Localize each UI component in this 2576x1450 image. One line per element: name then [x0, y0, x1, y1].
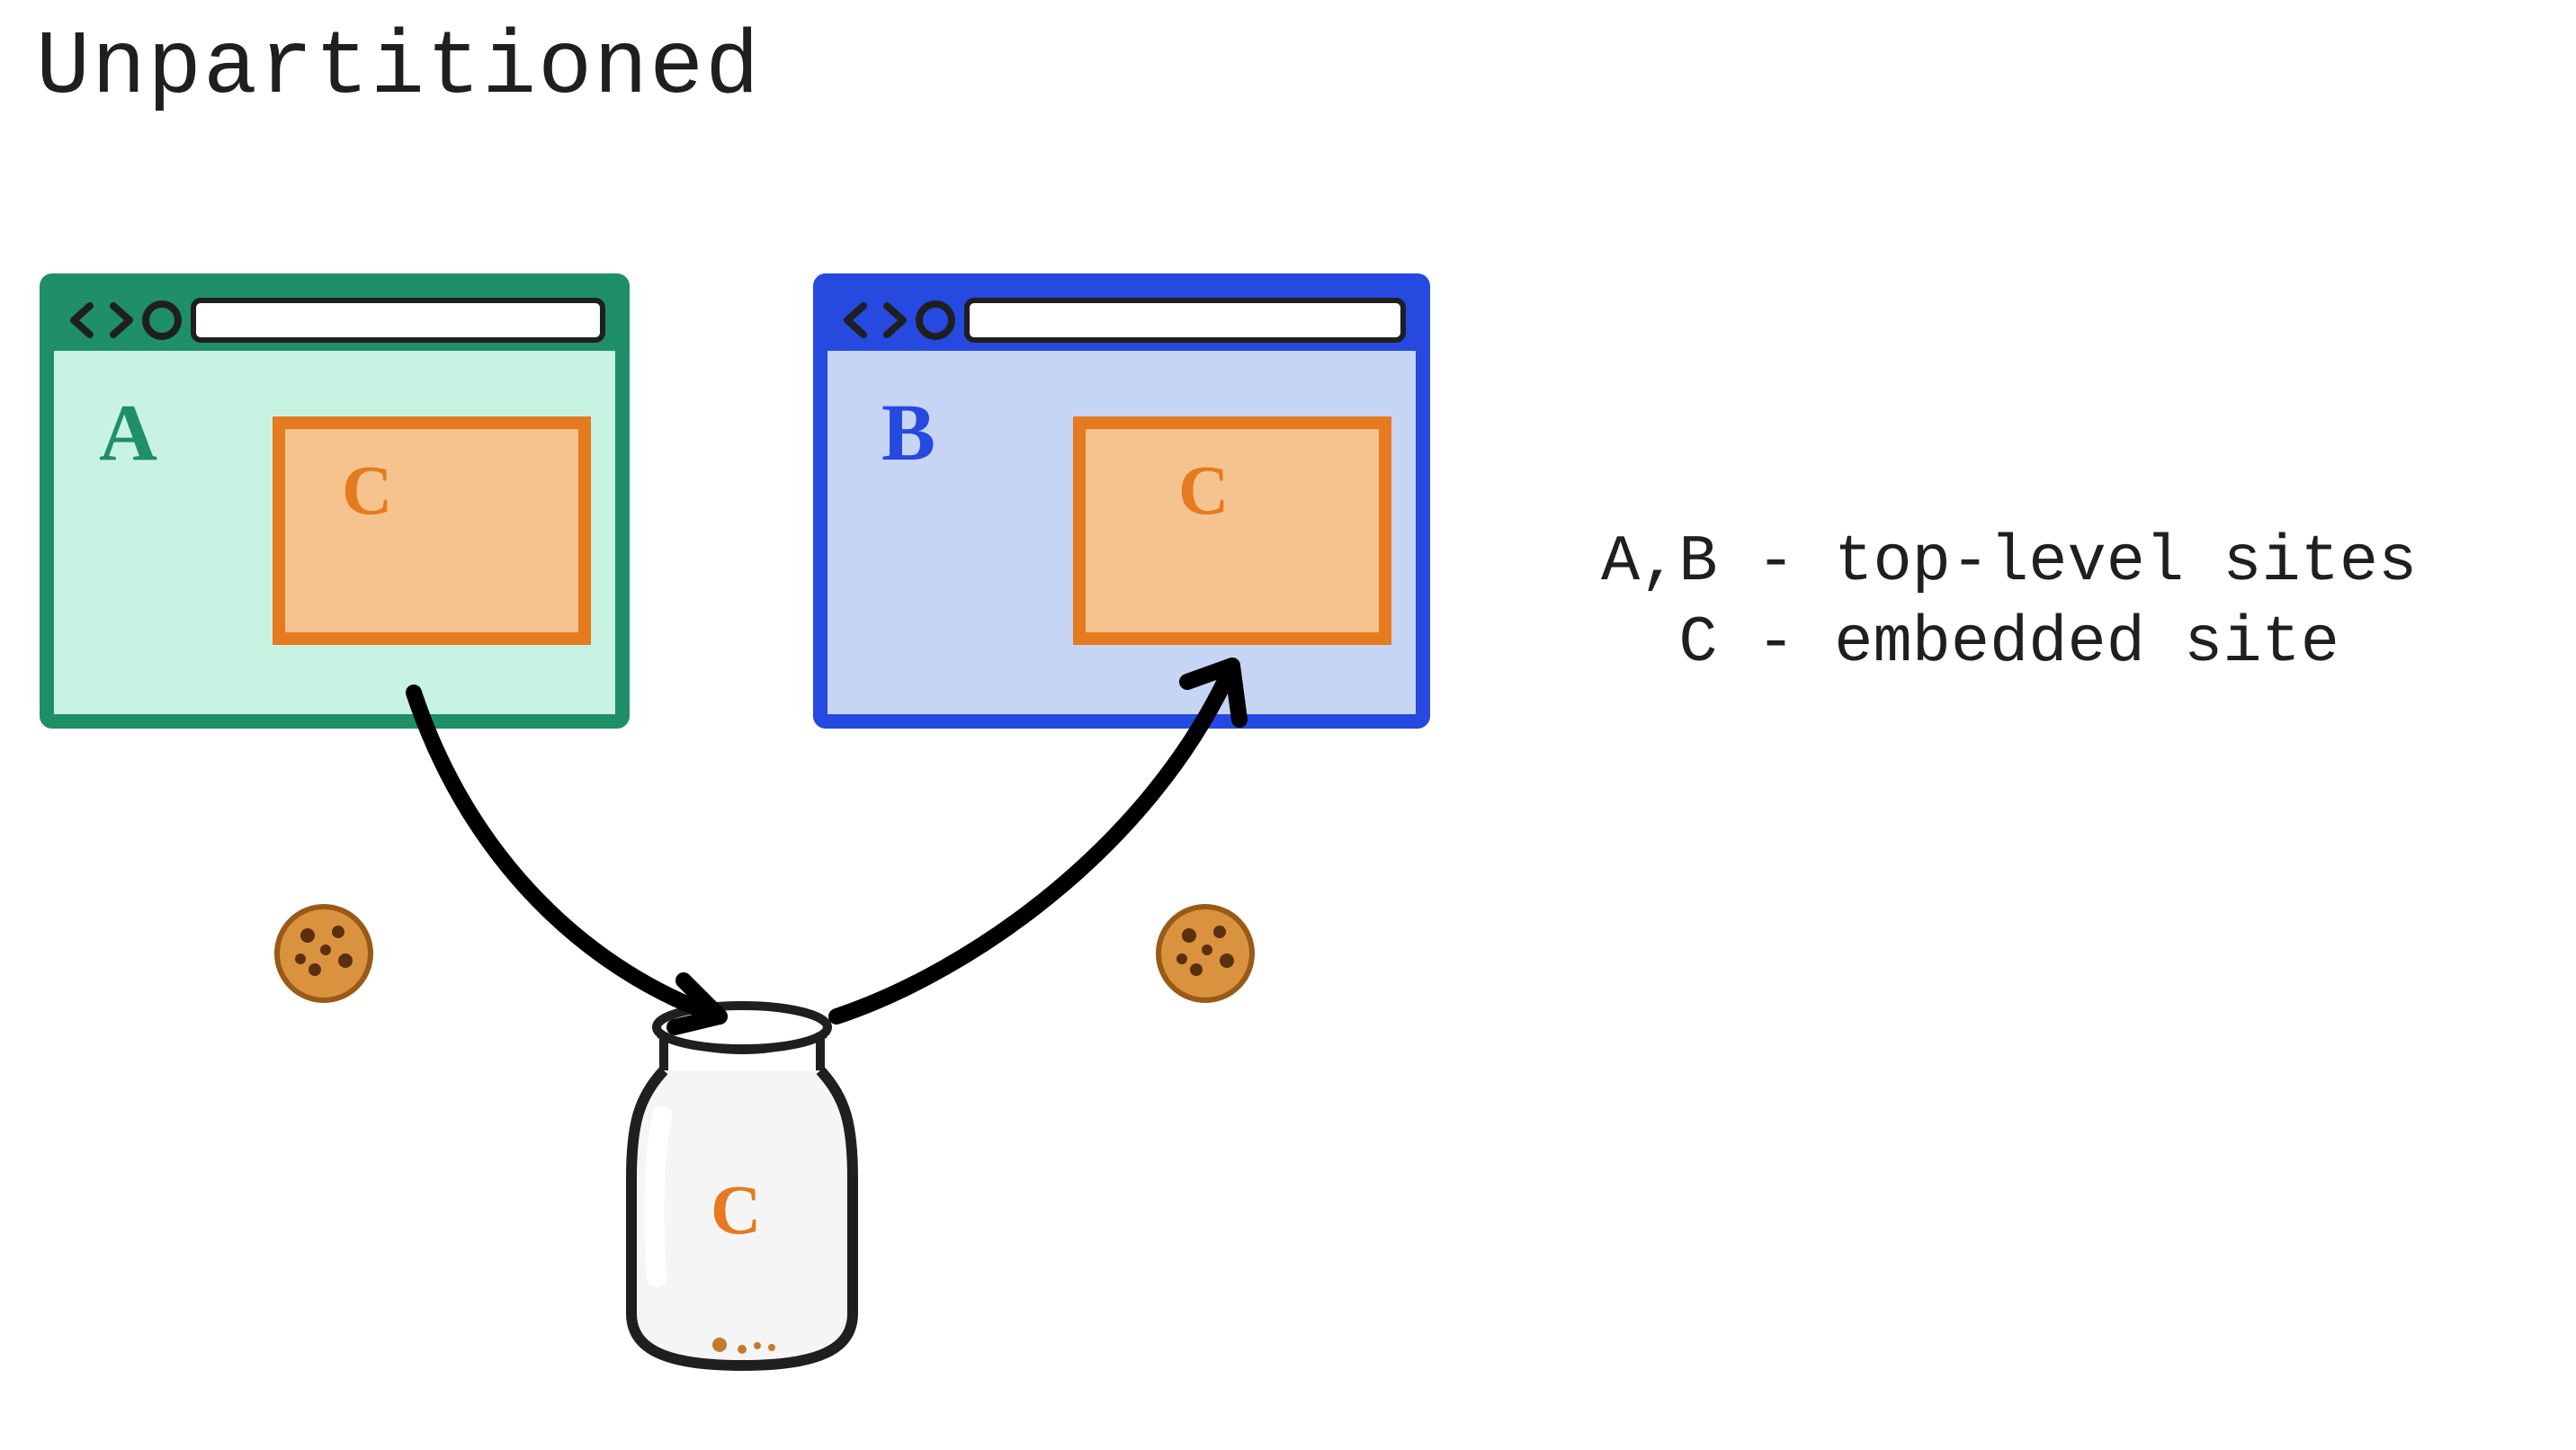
diagram-title: Unpartitioned [36, 18, 761, 120]
arrow-a-to-jar [342, 684, 774, 1043]
cookie-icon [270, 900, 378, 1007]
browser-a-embed-label: C [342, 450, 392, 531]
browser-b-embed-label: C [1178, 450, 1229, 531]
browser-a-label: A [99, 387, 157, 479]
cookie-jar-label: C [711, 1169, 761, 1250]
cookie-icon [1151, 900, 1259, 1007]
legend-line-1: A,B - top-level sites [1601, 525, 2417, 599]
legend-line-2: C - embedded site [1601, 606, 2339, 680]
diagram-canvas: Unpartitioned A C B C [0, 0, 2576, 1450]
legend: A,B - top-level sites C - embedded site [1601, 522, 2417, 684]
browser-b-label: B [881, 387, 935, 479]
browser-window-a [36, 270, 639, 738]
